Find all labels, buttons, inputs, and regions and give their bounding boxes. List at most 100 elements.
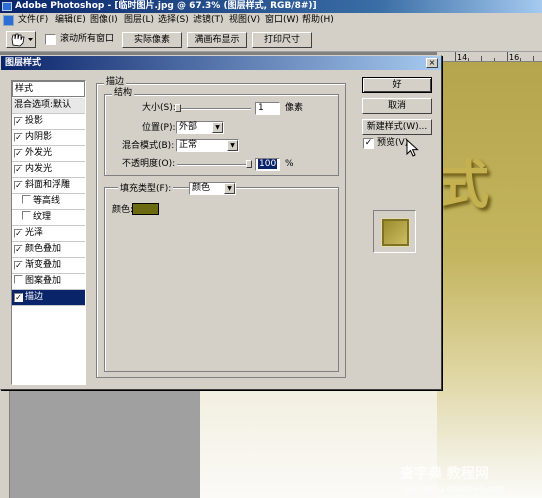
mouse-cursor-icon	[406, 139, 419, 157]
menu-view[interactable]: 视图(V)	[229, 14, 260, 27]
menu-bar: 文件(F) 编辑(E) 图像(I) 图层(L) 选择(S) 滤镜(T) 视图(V…	[0, 13, 542, 28]
style-item-drop-shadow[interactable]: ✓ 投影	[12, 114, 85, 130]
styles-header[interactable]: 样式	[12, 81, 85, 97]
style-item-label: 斜面和浮雕	[25, 180, 71, 190]
options-bar: 滚动所有窗口 实际像素 满画布显示 打印尺寸	[0, 28, 542, 52]
menu-image[interactable]: 图像(I)	[90, 14, 118, 27]
style-checkbox[interactable]: ✓	[14, 149, 23, 158]
style-checkbox[interactable]: ✓	[14, 293, 23, 302]
style-item-label: 渐变叠加	[25, 260, 62, 270]
style-item-inner-shadow[interactable]: ✓ 内阴影	[12, 130, 85, 146]
fill-type-select[interactable]: 颜色 ▼	[189, 182, 236, 195]
style-item-pattern-overlay[interactable]: 图案叠加	[12, 274, 85, 290]
style-item-contour[interactable]: 等高线	[12, 194, 85, 210]
style-checkbox[interactable]: ✓	[14, 261, 23, 270]
ruler-tick	[507, 52, 508, 61]
style-item-gradient-overlay[interactable]: ✓ 渐变叠加	[12, 258, 85, 274]
size-slider-thumb[interactable]	[175, 104, 181, 112]
style-checkbox[interactable]: ✓	[14, 229, 23, 238]
preview-swatch	[382, 219, 409, 246]
blend-options-item[interactable]: 混合选项:默认	[12, 98, 85, 114]
ok-button[interactable]: 好	[362, 77, 432, 93]
style-item-color-overlay[interactable]: ✓ 颜色叠加	[12, 242, 85, 258]
chevron-down-icon: ▼	[212, 122, 223, 133]
style-checkbox[interactable]: ✓	[14, 245, 23, 254]
style-item-texture[interactable]: 纹理	[12, 210, 85, 226]
canvas-styled-text: 式	[437, 155, 490, 216]
tool-preset-picker[interactable]	[6, 31, 36, 48]
ruler-tick	[481, 56, 482, 61]
style-item-label: 描边	[25, 292, 44, 302]
print-size-button[interactable]: 打印尺寸	[252, 32, 312, 48]
style-preview-thumbnail	[373, 210, 416, 253]
preview-checkbox[interactable]: ✓	[363, 138, 374, 149]
watermark-text: 查字典 教程网	[400, 466, 489, 482]
style-item-satin[interactable]: ✓ 光泽	[12, 226, 85, 242]
size-unit: 像素	[285, 103, 304, 113]
ruler-tick	[520, 58, 521, 61]
structure-title: 结构	[112, 88, 135, 99]
menu-help[interactable]: 帮助(H)	[302, 14, 334, 27]
opacity-label: 不透明度(O):	[122, 159, 176, 169]
style-checkbox[interactable]: ✓	[14, 117, 23, 126]
menu-file[interactable]: 文件(F)	[18, 14, 48, 27]
style-item-outer-glow[interactable]: ✓ 外发光	[12, 146, 85, 162]
stroke-color-swatch[interactable]	[132, 203, 159, 215]
dialog-title-bar: 图层样式	[1, 56, 441, 70]
style-item-label: 外发光	[25, 148, 53, 158]
blend-mode-label: 混合模式(B):	[122, 141, 175, 151]
document-canvas[interactable]	[437, 62, 542, 498]
fit-on-screen-button[interactable]: 满画布显示	[187, 32, 247, 48]
app-title-bar: Adobe Photoshop - [临时图片.jpg @ 67.3% (图层样…	[0, 0, 542, 13]
cancel-button[interactable]: 取消	[362, 98, 432, 114]
style-checkbox[interactable]	[22, 195, 31, 204]
close-icon[interactable]: ×	[426, 58, 438, 68]
menu-filter[interactable]: 滤镜(T)	[193, 14, 224, 27]
position-label: 位置(P):	[142, 123, 176, 133]
style-checkbox[interactable]: ✓	[14, 133, 23, 142]
blend-mode-value: 正常	[179, 140, 198, 150]
scroll-all-windows-label: 滚动所有窗口	[60, 34, 115, 44]
opacity-unit: %	[285, 159, 294, 169]
stroke-title: 描边	[104, 77, 127, 88]
ruler-tick	[468, 58, 469, 61]
position-select[interactable]: 外部 ▼	[176, 121, 224, 134]
ruler-tick	[455, 52, 456, 61]
preview-label: 预览(V)	[377, 138, 409, 148]
style-item-stroke[interactable]: ✓ 描边	[12, 290, 85, 306]
dialog-title: 图层样式	[5, 58, 42, 68]
actual-pixels-button[interactable]: 实际像素	[122, 32, 182, 48]
style-item-label: 颜色叠加	[25, 244, 62, 254]
color-label: 颜色:	[112, 205, 134, 215]
opacity-slider[interactable]	[177, 164, 250, 166]
menu-select[interactable]: 选择(S)	[158, 14, 189, 27]
size-input[interactable]: 1	[255, 102, 280, 115]
style-item-inner-glow[interactable]: ✓ 内发光	[12, 162, 85, 178]
document-icon	[3, 15, 14, 26]
new-style-button[interactable]: 新建样式(W)...	[362, 119, 432, 135]
style-checkbox[interactable]: ✓	[14, 181, 23, 190]
vertical-ruler	[0, 388, 10, 498]
menu-edit[interactable]: 编辑(E)	[55, 14, 86, 27]
ruler-tick	[494, 58, 495, 61]
style-checkbox[interactable]	[22, 211, 31, 220]
chevron-down-icon: ▼	[224, 183, 235, 194]
opacity-value: 100	[258, 159, 278, 169]
opacity-input[interactable]: 100	[255, 158, 280, 171]
menu-layer[interactable]: 图层(L)	[124, 14, 154, 27]
style-checkbox[interactable]: ✓	[14, 165, 23, 174]
photoshop-logo-icon	[2, 2, 12, 11]
style-checkbox[interactable]	[14, 275, 23, 284]
size-slider[interactable]	[176, 108, 251, 110]
scroll-all-windows-checkbox[interactable]	[45, 34, 56, 45]
style-item-bevel-emboss[interactable]: ✓ 斜面和浮雕	[12, 178, 85, 194]
hand-tool-icon	[11, 33, 33, 47]
horizontal-ruler: 14 16	[437, 52, 542, 62]
opacity-slider-thumb[interactable]	[246, 160, 252, 168]
blend-mode-select[interactable]: 正常 ▼	[176, 139, 239, 152]
position-value: 外部	[179, 122, 198, 132]
fill-type-value: 颜色	[192, 183, 211, 193]
layer-style-dialog: 图层样式 × 样式 混合选项:默认 ✓ 投影 ✓ 内阴影 ✓ 外发光 ✓ 内发光 ✓ 斜面…	[0, 55, 442, 390]
menu-window[interactable]: 窗口(W)	[265, 14, 299, 27]
style-item-label: 光泽	[25, 228, 44, 238]
